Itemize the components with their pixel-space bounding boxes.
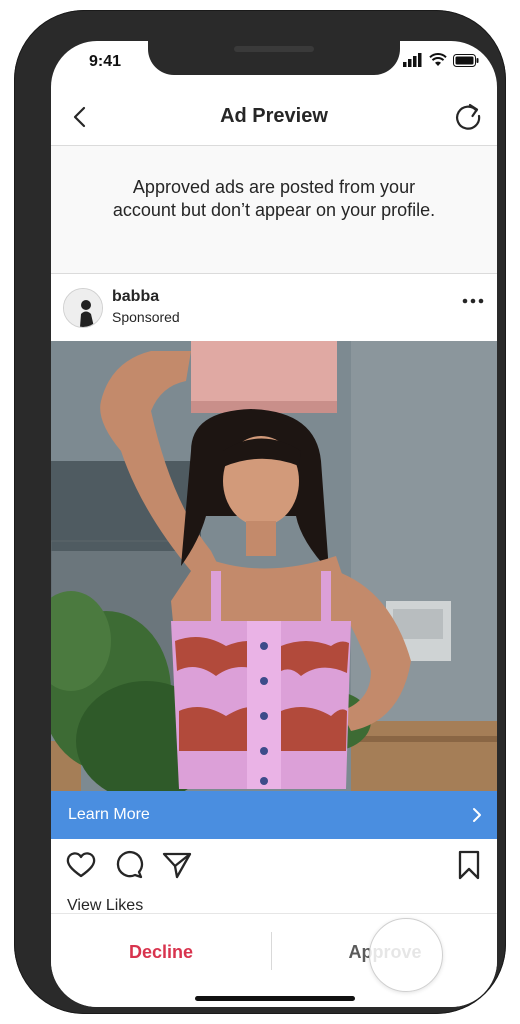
notch (148, 41, 400, 75)
divider (271, 932, 272, 970)
comment-icon[interactable] (113, 849, 145, 881)
home-indicator (195, 996, 355, 1001)
learn-more-label: Learn More (68, 806, 150, 823)
chevron-right-icon (473, 808, 481, 822)
heart-icon[interactable] (65, 849, 97, 881)
avatar-silhouette-icon (64, 289, 102, 327)
refresh-icon[interactable] (453, 101, 483, 131)
status-time: 9:41 (89, 53, 122, 70)
post-actions (51, 849, 497, 889)
tap-indicator (369, 918, 443, 992)
sponsored-label: Sponsored (112, 309, 180, 325)
more-options-icon[interactable] (461, 294, 485, 308)
wifi-icon (429, 53, 447, 66)
speaker (234, 46, 314, 52)
share-icon[interactable] (161, 849, 193, 881)
ad-photo-illustration (51, 341, 497, 791)
page-title: Ad Preview (220, 105, 328, 127)
decline-button[interactable]: Decline (51, 914, 271, 990)
learn-more-button[interactable]: Learn More (51, 791, 497, 839)
ad-photo[interactable] (51, 341, 497, 791)
phone-frame: 9:41 Ad Preview Approved ads are posted … (14, 10, 506, 1014)
avatar[interactable] (63, 288, 103, 328)
status-icons (403, 53, 479, 67)
bookmark-icon[interactable] (453, 849, 485, 881)
notice-text: Approved ads are posted from your accoun… (112, 177, 436, 220)
post-header: babba Sponsored (51, 274, 497, 340)
cellular-signal-icon (403, 53, 422, 67)
battery-icon (453, 53, 479, 67)
post-username[interactable]: babba (112, 288, 159, 306)
navigation-bar: Ad Preview (51, 89, 497, 146)
approval-notice: Approved ads are posted from your accoun… (51, 146, 497, 274)
phone-screen: 9:41 Ad Preview Approved ads are posted … (51, 41, 497, 1007)
review-action-bar: Decline Approve (51, 913, 497, 1007)
